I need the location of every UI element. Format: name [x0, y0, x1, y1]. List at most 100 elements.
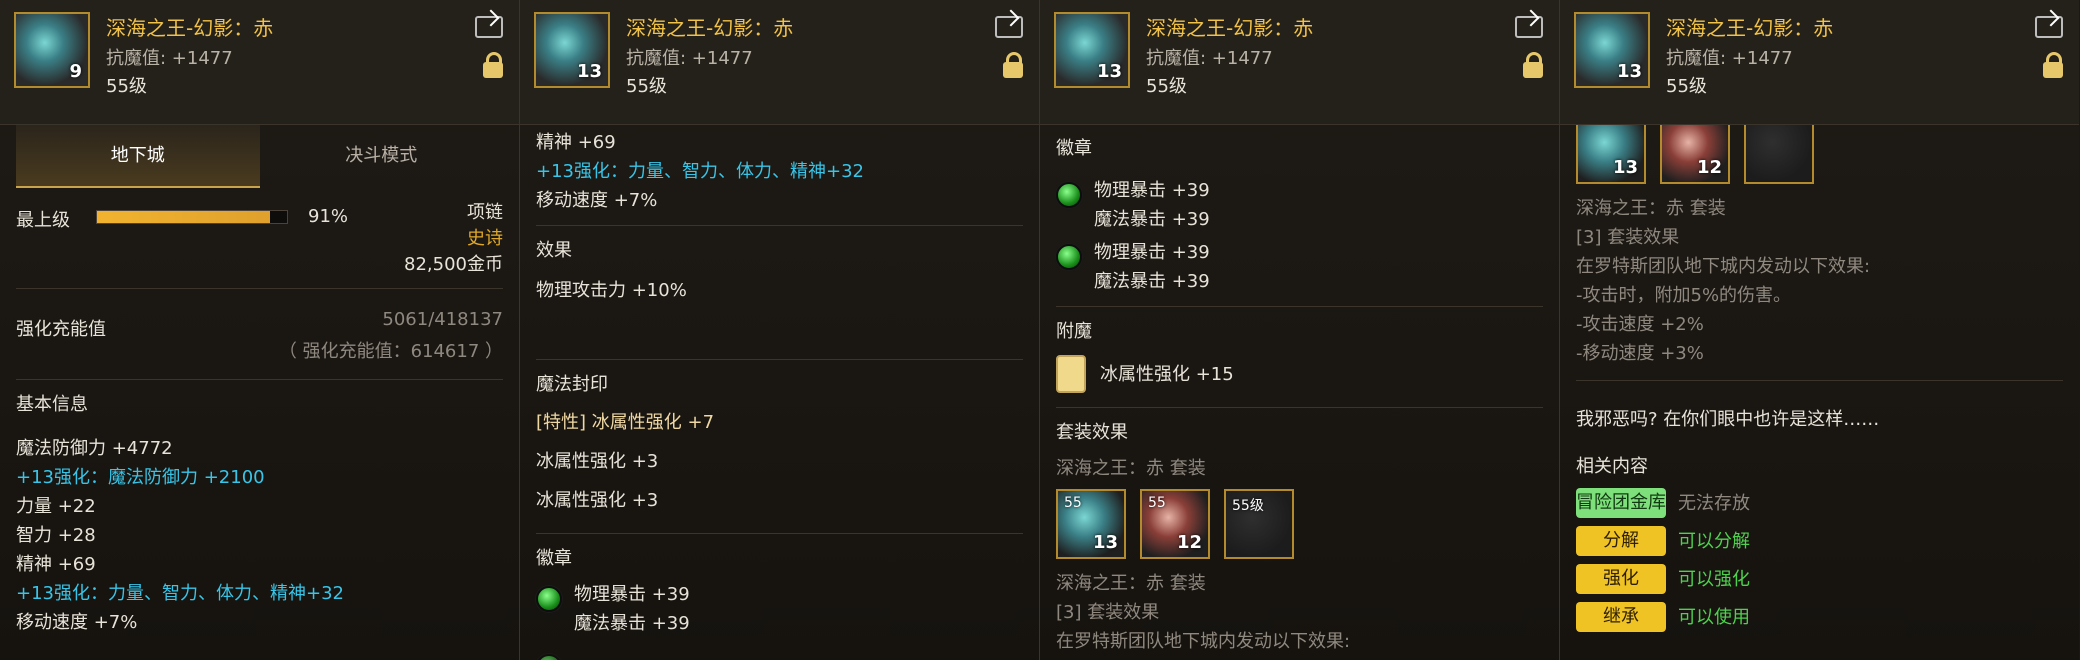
item-level: 55级	[1146, 76, 1187, 97]
set-tile-number: 13	[1092, 532, 1118, 553]
divider	[1056, 306, 1543, 307]
item-title: 深海之王-幻影：赤	[106, 16, 274, 40]
item-header: 13 深海之王-幻影：赤 抗魔值: +1477 55级	[1040, 0, 1559, 125]
related-item: 冒险团金库 无法存放	[1576, 488, 2063, 518]
lock-icon[interactable]	[1523, 52, 1543, 78]
badge-group: 物理暴击 +39 魔法暴击 +39	[1056, 176, 1543, 234]
panel-1-body: 地下城 决斗模式 最上级 91% 项链 史诗 82,500金币 强化充能值 50…	[0, 124, 519, 660]
item-price: 82,500金币	[404, 254, 503, 275]
share-icon[interactable]	[1515, 16, 1543, 38]
share-icon[interactable]	[475, 16, 503, 38]
level-row: 最上级 91% 项链 史诗 82,500金币	[16, 188, 503, 278]
level-label: 最上级	[16, 210, 70, 231]
set-tile-number: 13	[1612, 157, 1638, 178]
related-desc: 可以分解	[1678, 530, 1750, 552]
divider	[536, 533, 1023, 534]
set-name: 深海之王：赤 套装	[1056, 458, 1206, 479]
badge-group-partial	[536, 648, 1023, 660]
thumb-count: 13	[1616, 61, 1642, 82]
lock-icon[interactable]	[2043, 52, 2063, 78]
strength-label: 强化充能值	[16, 319, 106, 340]
divider	[16, 288, 503, 289]
level-progress-fill	[97, 211, 270, 223]
divider	[1576, 380, 2063, 381]
green-gem-icon	[536, 654, 562, 660]
set-tile-number: 12	[1176, 532, 1202, 553]
level-progress-bar	[96, 210, 288, 224]
green-gem-icon	[1056, 182, 1082, 208]
set-effect-line: -攻击时，附加5%的伤害。	[1576, 285, 1792, 306]
mode-tabs: 地下城 决斗模式	[16, 124, 503, 188]
stat-line: +13强化：力量、智力、体力、精神+32	[16, 583, 344, 604]
panel-4-body: 13 12 深海之王：赤 套装 [3] 套装效果 在罗特斯团队地下城内发动以下效…	[1560, 114, 2079, 660]
set-piece-tile[interactable]: 55 13	[1056, 489, 1126, 559]
lock-icon[interactable]	[1003, 52, 1023, 78]
stat-line: 智力 +28	[16, 525, 96, 546]
set-effect-lines: [3] 套装效果 在罗特斯团队地下城内发动以下效果: -攻击时，附加5%的伤害。…	[1576, 223, 2063, 368]
set-tiles: 55 13 55 12 55级	[1056, 489, 1543, 559]
panel-2-top-lines: 精神 +69 +13强化：力量、智力、体力、精神+32 移动速度 +7%	[536, 128, 1023, 215]
item-slot: 项链	[467, 202, 503, 223]
badge-line: 物理暴击 +39	[1094, 242, 1210, 263]
related-desc: 可以强化	[1678, 568, 1750, 590]
thumb-count: 13	[1096, 61, 1122, 82]
share-icon[interactable]	[995, 16, 1023, 38]
badge-title: 徽章	[536, 548, 572, 569]
related-desc: 可以使用	[1678, 606, 1750, 628]
related-item: 分解 可以分解	[1576, 526, 2063, 556]
panel-2: 13 深海之王-幻影：赤 抗魔值: +1477 55级 精神 +69 +13强化…	[520, 0, 1040, 660]
stat-line: +13强化：力量、智力、体力、精神+32	[536, 161, 864, 182]
panel-3-body: 徽章 物理暴击 +39 魔法暴击 +39 物理暴击 +39 魔法暴击 +39 附…	[1040, 124, 1559, 660]
set-effect-line: -移动速度 +3%	[1576, 343, 1704, 364]
item-title: 深海之王-幻影：赤	[1146, 16, 1314, 40]
lock-icon[interactable]	[483, 52, 503, 78]
strength-row: 强化充能值 5061/418137 （ 强化充能值：614617 ）	[16, 299, 503, 369]
magic-seal-lines: [特性] 冰属性强化 +7 冰属性强化 +3 冰属性强化 +3	[536, 408, 1023, 515]
disassemble-button[interactable]: 分解	[1576, 526, 1666, 556]
enchant-row: 冰属性强化 +15	[1056, 355, 1543, 393]
item-thumbnail: 13	[534, 12, 610, 88]
stat-line: 移动速度 +7%	[536, 190, 658, 211]
set-tile-tag: 55级	[1232, 498, 1264, 514]
item-stat: 抗魔值: +1477	[1146, 48, 1273, 69]
green-gem-icon	[536, 586, 562, 612]
item-level: 55级	[626, 76, 667, 97]
item-level: 55级	[106, 76, 147, 97]
related-desc: 无法存放	[1678, 492, 1750, 514]
set-piece-tile[interactable]: 55级	[1224, 489, 1294, 559]
item-stat: 抗魔值: +1477	[1666, 48, 1793, 69]
panel-2-body: 精神 +69 +13强化：力量、智力、体力、精神+32 移动速度 +7% 效果 …	[520, 124, 1039, 660]
set-desc-line: [3] 套装效果	[1056, 602, 1160, 623]
item-title: 深海之王-幻影：赤	[1666, 16, 1834, 40]
item-stat: 抗魔值: +1477	[626, 48, 753, 69]
basic-info-lines: 魔法防御力 +4772 +13强化：魔法防御力 +2100 力量 +22 智力 …	[16, 434, 503, 637]
set-piece-tile[interactable]: 55 12	[1140, 489, 1210, 559]
enchant-title: 附魔	[1056, 321, 1092, 342]
set-effect-title: 套装效果	[1056, 422, 1128, 443]
magic-seal-line: 冰属性强化 +3	[536, 490, 659, 511]
item-header: 13 深海之王-幻影：赤 抗魔值: +1477 55级	[520, 0, 1039, 125]
stat-line: 移动速度 +7%	[16, 612, 138, 633]
panel-3: 13 深海之王-幻影：赤 抗魔值: +1477 55级 徽章 物理暴击 +39 …	[1040, 0, 1560, 660]
inherit-button[interactable]: 继承	[1576, 602, 1666, 632]
tab-dungeon[interactable]: 地下城	[16, 124, 260, 188]
divider	[16, 379, 503, 380]
set-effect-line: [3] 套装效果	[1576, 227, 1680, 248]
magic-seal-title: 魔法封印	[536, 374, 608, 395]
enhance-button[interactable]: 强化	[1576, 564, 1666, 594]
badge-line: 物理暴击 +39	[574, 584, 690, 605]
tab-duel[interactable]: 决斗模式	[260, 124, 504, 188]
set-desc-line: 在罗特斯团队地下城内发动以下效果:	[1056, 631, 1351, 652]
thumb-count: 9	[69, 61, 82, 82]
share-icon[interactable]	[2035, 16, 2063, 38]
item-header: 13 深海之王-幻影：赤 抗魔值: +1477 55级	[1560, 0, 2079, 125]
divider	[536, 225, 1023, 226]
panel-4: 13 深海之王-幻影：赤 抗魔值: +1477 55级 13 12 深海之王：赤…	[1560, 0, 2079, 660]
adventure-vault-button[interactable]: 冒险团金库	[1576, 488, 1666, 518]
green-gem-icon	[1056, 244, 1082, 270]
badge-line: 魔法暴击 +39	[574, 613, 690, 634]
divider	[1056, 407, 1543, 408]
badge-line: 魔法暴击 +39	[1094, 271, 1210, 292]
stat-line: +13强化：魔法防御力 +2100	[16, 467, 265, 488]
price-block: 项链 史诗 82,500金币	[404, 198, 503, 276]
